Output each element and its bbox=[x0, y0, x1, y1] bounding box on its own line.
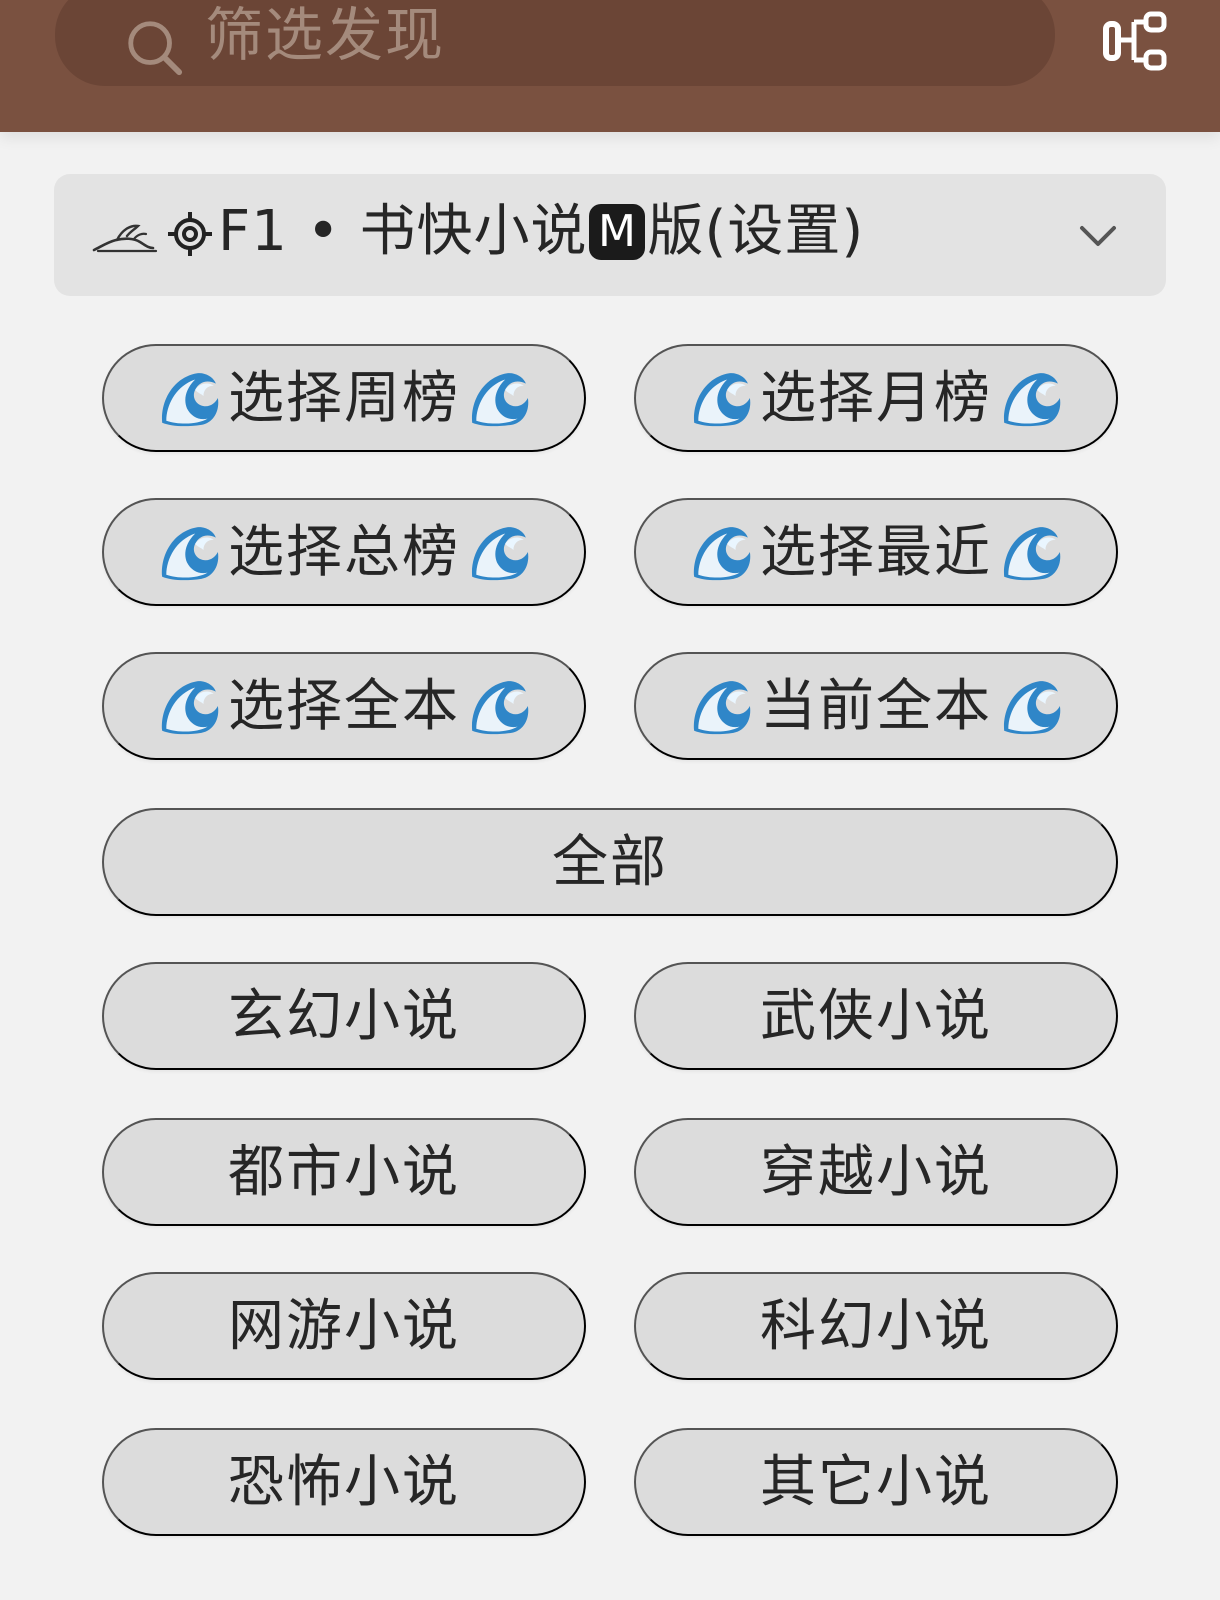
button-label: 全部 bbox=[552, 830, 668, 893]
wave-icon bbox=[998, 673, 1064, 739]
category-button-xuanhuan[interactable]: 玄幻小说 bbox=[102, 962, 586, 1070]
category-button-urban[interactable]: 都市小说 bbox=[102, 1118, 586, 1226]
wave-icon bbox=[998, 519, 1064, 585]
category-all-button[interactable]: 全部 bbox=[102, 808, 1118, 916]
chevron-down-icon[interactable] bbox=[1074, 212, 1122, 260]
button-label: 玄幻小说 bbox=[228, 984, 460, 1047]
search-field[interactable]: 筛选发现 bbox=[55, 0, 1055, 86]
wave-icon bbox=[156, 519, 222, 585]
search-icon bbox=[128, 21, 183, 76]
hierarchy-icon[interactable] bbox=[1100, 4, 1172, 76]
rabbit-icon bbox=[92, 224, 158, 253]
category-button-time-travel[interactable]: 穿越小说 bbox=[634, 1118, 1118, 1226]
button-label: 当前全本 bbox=[760, 674, 992, 737]
ranking-button-recent[interactable]: 选择最近 bbox=[634, 498, 1118, 606]
wave-icon bbox=[688, 365, 754, 431]
wave-icon bbox=[466, 673, 532, 739]
top-bar: 筛选发现 bbox=[0, 0, 1220, 132]
button-label: 武侠小说 bbox=[760, 984, 992, 1047]
button-label: 选择总榜 bbox=[228, 520, 460, 583]
ranking-button-total[interactable]: 选择总榜 bbox=[102, 498, 586, 606]
ranking-button-complete[interactable]: 选择全本 bbox=[102, 652, 586, 760]
button-label: 其它小说 bbox=[760, 1450, 992, 1513]
button-label: 网游小说 bbox=[228, 1294, 460, 1357]
button-label: 穿越小说 bbox=[760, 1140, 992, 1203]
gear-icon bbox=[168, 212, 212, 256]
source-selector[interactable]: F1 • 书快小说 M 版(设置) bbox=[54, 174, 1166, 296]
category-button-sci-fi[interactable]: 科幻小说 bbox=[634, 1272, 1118, 1380]
wave-icon bbox=[466, 365, 532, 431]
button-label: 都市小说 bbox=[228, 1140, 460, 1203]
button-label: 恐怖小说 bbox=[228, 1450, 460, 1513]
wave-icon bbox=[998, 365, 1064, 431]
wave-icon bbox=[688, 673, 754, 739]
wave-icon bbox=[466, 519, 532, 585]
source-selector-suffix: 版(设置) bbox=[647, 199, 865, 264]
category-button-online-game[interactable]: 网游小说 bbox=[102, 1272, 586, 1380]
button-label: 选择全本 bbox=[228, 674, 460, 737]
source-selector-title: F1 • 书快小说 M 版(设置) bbox=[218, 196, 864, 268]
button-label: 选择最近 bbox=[760, 520, 992, 583]
search-placeholder: 筛选发现 bbox=[205, 1, 446, 69]
wave-icon bbox=[156, 673, 222, 739]
wave-icon bbox=[156, 365, 222, 431]
ranking-button-current-complete[interactable]: 当前全本 bbox=[634, 652, 1118, 760]
source-selector-prefix: F1 • 书快小说 bbox=[218, 199, 588, 264]
ranking-button-monthly[interactable]: 选择月榜 bbox=[634, 344, 1118, 452]
button-label: 科幻小说 bbox=[760, 1294, 992, 1357]
button-label: 选择月榜 bbox=[760, 366, 992, 429]
m-badge: M bbox=[589, 204, 646, 260]
wave-icon bbox=[688, 519, 754, 585]
category-button-horror[interactable]: 恐怖小说 bbox=[102, 1428, 586, 1536]
ranking-button-weekly[interactable]: 选择周榜 bbox=[102, 344, 586, 452]
category-button-other[interactable]: 其它小说 bbox=[634, 1428, 1118, 1536]
category-button-wuxia[interactable]: 武侠小说 bbox=[634, 962, 1118, 1070]
button-label: 选择周榜 bbox=[228, 366, 460, 429]
